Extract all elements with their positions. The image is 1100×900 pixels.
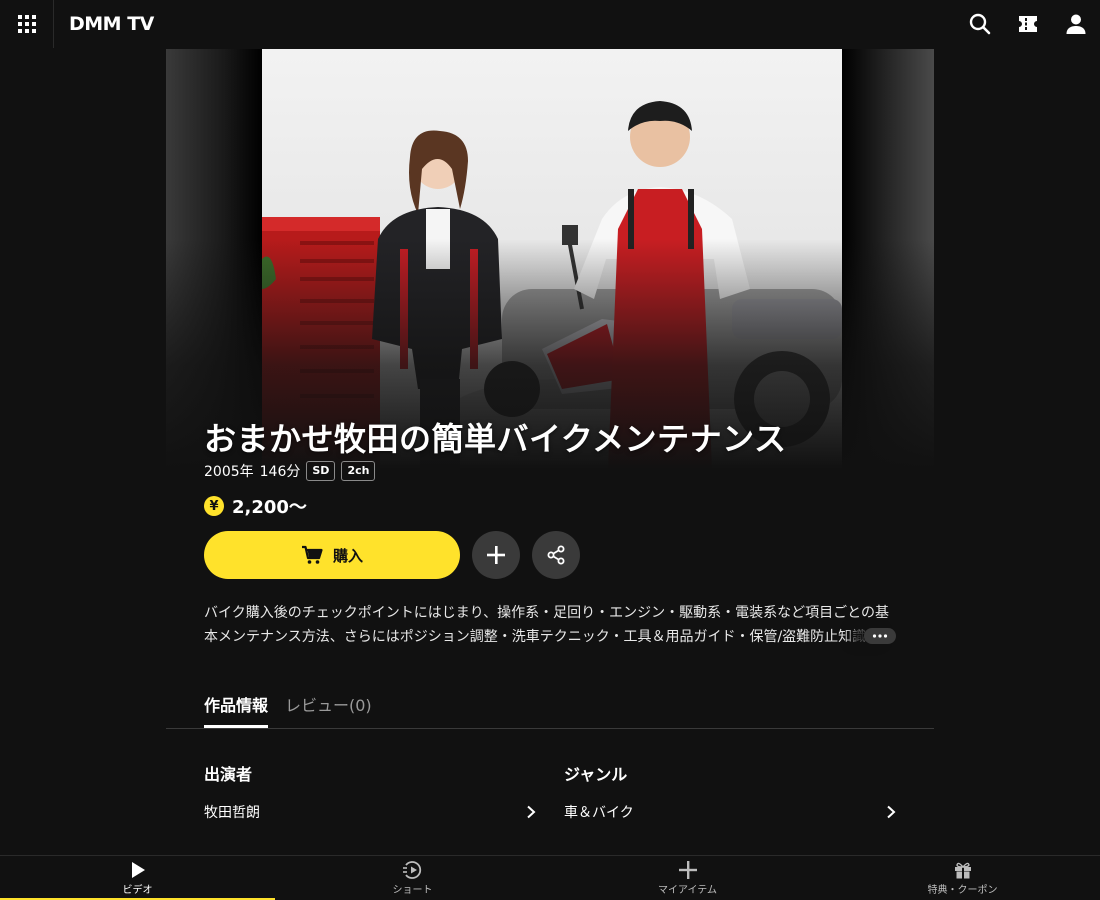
tab-active-indicator (204, 725, 268, 728)
ticket-button[interactable] (1004, 0, 1052, 48)
add-to-list-button[interactable] (472, 531, 520, 579)
audio-badge: 2ch (341, 461, 376, 481)
runtime: 146分 (259, 464, 301, 480)
dmm-tv-logo[interactable]: DMM TV (69, 13, 154, 35)
quality-badge: SD (306, 461, 336, 481)
cast-link[interactable]: 牧田哲朗 (204, 798, 536, 826)
short-play-icon (402, 861, 421, 879)
cast-heading: 出演者 (204, 765, 253, 784)
nav-item-my-items[interactable]: マイアイテム (550, 856, 825, 900)
nav-item-video[interactable]: ビデオ (0, 856, 275, 900)
nav-label-shorts: ショート (392, 885, 433, 896)
user-icon (1066, 14, 1086, 34)
detail-tabs: 作品情報 レビュー(0) (166, 682, 934, 729)
bottom-navigation: ビデオ ショート マイアイテム 特典・クーポン (0, 855, 1100, 900)
buy-button[interactable]: 購入 (204, 531, 460, 579)
share-icon (547, 545, 565, 565)
cast-name: 牧田哲朗 (204, 805, 260, 821)
grid-menu-button[interactable] (0, 0, 54, 48)
content-meta: 2005年 146分 SD 2ch (204, 461, 376, 481)
gift-icon (954, 862, 971, 879)
buy-button-label: 購入 (332, 546, 363, 565)
genre-link[interactable]: 車＆バイク (564, 798, 896, 826)
top-header: DMM TV (0, 0, 1100, 48)
hero-thumbnail (166, 49, 934, 469)
genre-heading: ジャンル (564, 765, 628, 784)
expand-description-button[interactable] (864, 628, 896, 644)
tab-reviews[interactable]: レビュー(0) (285, 682, 372, 728)
nav-label-video: ビデオ (122, 885, 153, 896)
chevron-right-icon (527, 805, 536, 819)
tab-work-info[interactable]: 作品情報 (204, 682, 268, 728)
genre-name: 車＆バイク (564, 805, 634, 821)
nav-item-coupons[interactable]: 特典・クーポン (825, 856, 1100, 900)
price-value: 2,200〜 (232, 497, 307, 518)
plus-icon (487, 546, 505, 564)
grid-menu-icon (17, 15, 36, 33)
ellipsis-icon (872, 634, 888, 638)
play-icon (131, 862, 145, 878)
description-text: バイク購入後のチェックポイントにはじまり、操作系・足回り・エンジン・駆動系・電装… (204, 605, 890, 645)
account-button[interactable] (1052, 0, 1100, 48)
plus-icon (678, 861, 697, 879)
page-title: おまかせ牧田の簡単バイクメンテナンス (204, 420, 787, 458)
nav-label-coupons: 特典・クーポン (927, 885, 998, 896)
search-button[interactable] (956, 0, 1004, 48)
nav-item-shorts[interactable]: ショート (275, 856, 550, 900)
search-icon (969, 13, 991, 35)
ticket-icon (1019, 16, 1037, 32)
yen-coin-icon: ¥ (204, 496, 224, 516)
price-block: ¥ 2,200〜 (204, 493, 307, 519)
release-year: 2005年 (204, 464, 254, 480)
cart-icon (301, 545, 323, 564)
header-actions (956, 0, 1100, 48)
nav-label-my-items: マイアイテム (658, 885, 717, 896)
share-button[interactable] (532, 531, 580, 579)
chevron-right-icon (887, 805, 896, 819)
